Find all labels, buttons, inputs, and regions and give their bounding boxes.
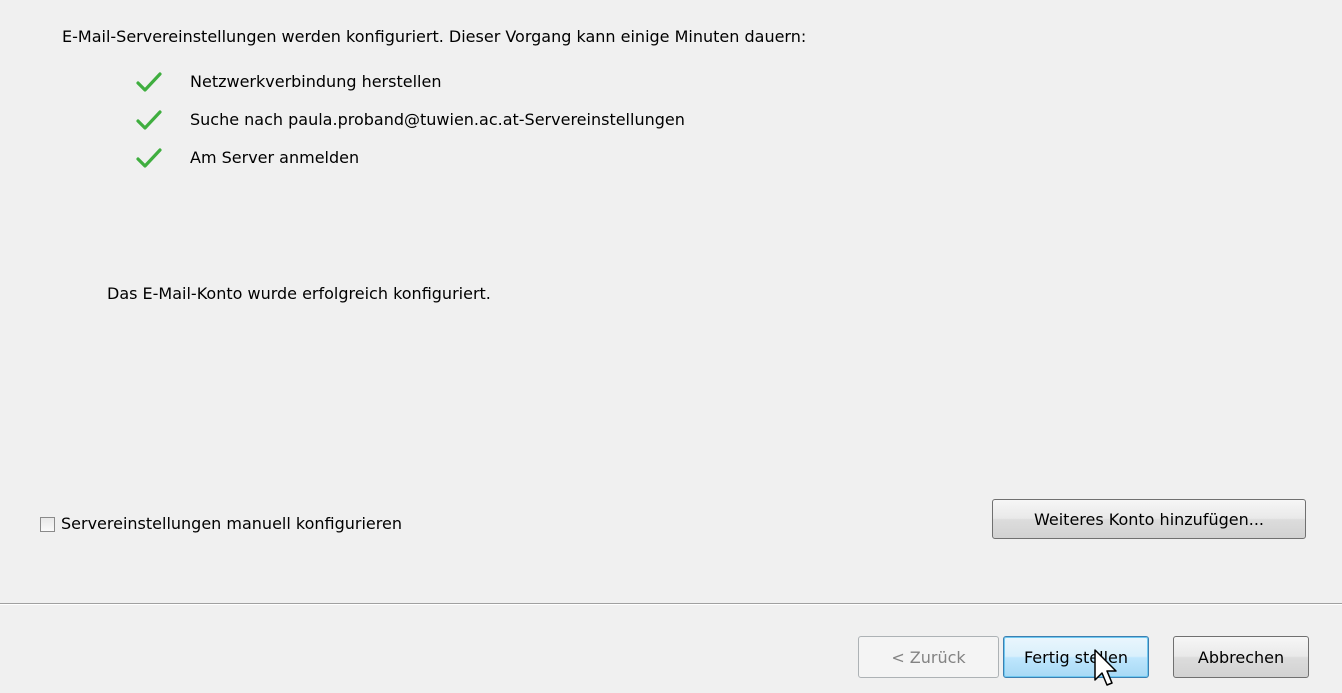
progress-step-label: Netzwerkverbindung herstellen [190, 72, 442, 91]
finish-button[interactable]: Fertig stellen [1003, 636, 1149, 678]
progress-step-list: Netzwerkverbindung herstellen Suche nach… [135, 63, 685, 177]
progress-step: Am Server anmelden [135, 139, 685, 177]
intro-text: E-Mail-Servereinstellungen werden konfig… [62, 27, 807, 46]
manual-config-option[interactable]: Servereinstellungen manuell konfiguriere… [40, 513, 402, 535]
progress-step: Netzwerkverbindung herstellen [135, 63, 685, 101]
cancel-button[interactable]: Abbrechen [1173, 636, 1309, 678]
footer-divider [0, 603, 1342, 605]
manual-config-label: Servereinstellungen manuell konfiguriere… [61, 514, 402, 533]
add-account-button[interactable]: Weiteres Konto hinzufügen... [992, 499, 1306, 539]
checkmark-icon [135, 146, 163, 170]
checkmark-icon [135, 70, 163, 94]
back-button[interactable]: < Zurück [858, 636, 999, 678]
email-setup-dialog: E-Mail-Servereinstellungen werden konfig… [0, 0, 1342, 693]
checkmark-icon [135, 108, 163, 132]
progress-step: Suche nach paula.proband@tuwien.ac.at-Se… [135, 101, 685, 139]
success-message: Das E-Mail-Konto wurde erfolgreich konfi… [107, 284, 491, 303]
progress-step-label: Suche nach paula.proband@tuwien.ac.at-Se… [190, 110, 685, 129]
progress-step-label: Am Server anmelden [190, 148, 360, 167]
manual-config-checkbox[interactable] [40, 516, 55, 532]
